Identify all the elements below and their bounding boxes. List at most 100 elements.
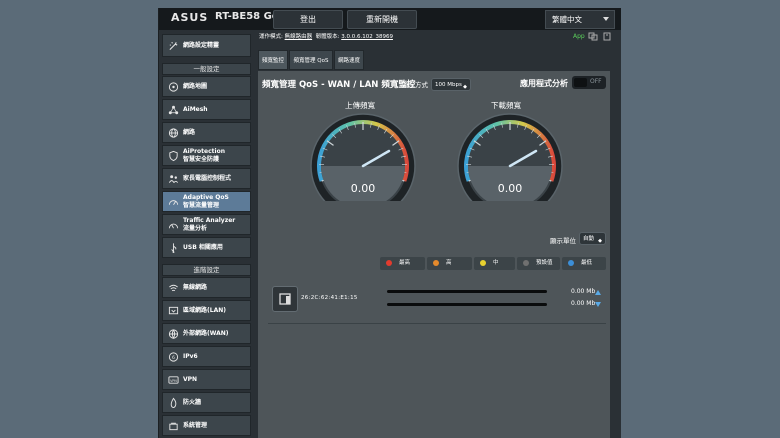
app-analysis-toggle[interactable]: OFF: [572, 76, 606, 89]
sidebar-item-label: IPv6: [183, 352, 198, 360]
sidebar-item-advanced_items-5[interactable]: 防火牆: [162, 392, 251, 413]
device-icon: [272, 286, 298, 312]
priority-legend-item: 最高: [380, 257, 425, 270]
firewall-icon: [170, 397, 177, 408]
asus-logo: ASUS: [171, 11, 209, 24]
download-gauge: 0.00: [457, 113, 563, 201]
priority-dot: [433, 260, 439, 266]
sidebar-item-label: USB 相關應用: [183, 243, 223, 251]
reboot-button[interactable]: 重新開機: [347, 10, 417, 29]
lan-icon: [168, 306, 179, 314]
priority-dot: [386, 260, 392, 266]
sidebar-item-adaptive-qos[interactable]: Adaptive QoS 智慧流量管理: [162, 191, 251, 212]
priority-dot: [480, 260, 486, 266]
display-mode-label: 顯示方式: [402, 81, 428, 89]
tab-speedtest[interactable]: 網路速度: [334, 50, 364, 70]
priority-legend-item: 最低: [562, 257, 606, 270]
wand-icon: [169, 41, 178, 50]
bandwidth-panel: 頻寬管理 QoS - WAN / LAN 頻寬監控 顯示方式 100 Mbps …: [258, 71, 610, 438]
status-line: 運作模式: 無線路由器 韌體版本: 3.0.0.6.102_38969: [259, 32, 393, 40]
sidebar-item-label: 網路地圖: [183, 82, 208, 90]
sidebar-item-aiprotection[interactable]: AiProtection 智慧安全防護: [162, 145, 251, 166]
aimesh-icon: [168, 105, 179, 114]
download-rate: 0.00 Mb: [571, 300, 596, 307]
svg-text:VPN: VPN: [170, 378, 177, 382]
sidebar-item-label: Adaptive QoS 智慧流量管理: [183, 193, 229, 209]
wan-icon: [168, 328, 179, 339]
model-name: RT-BE58 Go: [215, 11, 279, 22]
sidebar-item-label: 網路設定精靈: [183, 41, 220, 49]
usb-status-icon[interactable]: [602, 32, 612, 41]
main-content: 運作模式: 無線路由器 韌體版本: 3.0.0.6.102_38969 App …: [256, 30, 618, 438]
client-mac: 26:2C:62:41:E1:15: [301, 295, 358, 301]
sidebar-item-label: Traffic Analyzer 流量分析: [183, 216, 236, 232]
priority-label: 最低: [581, 260, 593, 266]
priority-legend-item: 高: [427, 257, 472, 270]
priority-label: 最高: [399, 260, 411, 266]
sidebar-item-lan[interactable]: 區域網路(LAN): [162, 300, 251, 321]
sidebar-quick-setup[interactable]: 網路設定精靈: [162, 34, 251, 57]
firmware-link[interactable]: 3.0.0.6.102_38969: [341, 34, 393, 40]
wifi-icon: [169, 284, 178, 291]
client-row[interactable]: 26:2C:62:41:E1:15 0.00 Mb 0.00 Mb: [268, 281, 606, 324]
priority-legend-item: 中: [474, 257, 515, 270]
sidebar-item-vpn[interactable]: VPN VPN: [162, 369, 251, 390]
language-value: 繁體中文: [552, 15, 582, 24]
sidebar-item-general_items-0[interactable]: 網路地圖: [162, 76, 251, 97]
download-arrow-icon: [595, 302, 601, 307]
usb-icon: [171, 242, 177, 253]
gauge-value: 0.00: [351, 182, 376, 195]
router-admin-window: ASUS RT-BE58 Go 登出 重新開機 繁體中文 網路設定精靈 一般設定…: [158, 8, 621, 438]
panel-title: 頻寬管理 QoS - WAN / LAN 頻寬監控: [262, 80, 416, 90]
op-mode-link[interactable]: 無線路由器: [285, 34, 313, 40]
priority-dot: [568, 260, 574, 266]
sidebar-item-ipv6[interactable]: 6 IPv6: [162, 346, 251, 367]
download-bar: [387, 303, 547, 306]
qos-icon: [168, 199, 179, 205]
download-label: 下載頻寬: [491, 101, 521, 110]
sidebar-item-label: 外部網路(WAN): [183, 329, 229, 337]
sidebar-item-general_items-4[interactable]: 家長電腦控制程式: [162, 168, 251, 189]
top-bar: ASUS RT-BE58 Go 登出 重新開機 繁體中文: [159, 8, 621, 30]
priority-label: 中: [493, 260, 499, 266]
globe-icon: [168, 127, 179, 138]
toggle-knob: [574, 78, 587, 87]
upload-rate: 0.00 Mb: [571, 288, 596, 295]
computer-icon: [279, 293, 291, 305]
upload-bar: [387, 290, 547, 293]
general-settings-header: 一般設定: [162, 63, 251, 75]
firmware-label: 韌體版本:: [315, 34, 340, 40]
priority-dot: [523, 260, 529, 266]
language-select[interactable]: 繁體中文: [545, 10, 615, 29]
tab-bandwidth-monitor[interactable]: 頻寬監控: [258, 50, 288, 70]
logout-button[interactable]: 登出: [273, 10, 343, 29]
unit-label: 顯示單位: [550, 237, 576, 245]
sidebar-item-label: VPN: [183, 375, 198, 383]
analyzer-icon: [168, 223, 179, 228]
tab-qos[interactable]: 頻寬管理 QoS: [289, 50, 333, 70]
app-analysis-label: 應用程式分析: [520, 79, 568, 88]
unit-select[interactable]: 自動 ◆: [579, 232, 606, 245]
sidebar-item-traffic-analyzer[interactable]: Traffic Analyzer 流量分析: [162, 214, 251, 235]
copy-icon[interactable]: [588, 32, 598, 41]
toggle-state: OFF: [590, 78, 602, 85]
app-link[interactable]: App: [573, 33, 585, 40]
vpn-icon: VPN: [168, 375, 179, 384]
unit-value: 自動: [583, 236, 595, 242]
priority-label: 預設值: [536, 260, 553, 266]
upload-gauge: 0.00: [310, 113, 416, 201]
sidebar-item-aimesh[interactable]: AiMesh: [162, 99, 251, 120]
sidebar-item-general_items-2[interactable]: 網路: [162, 122, 251, 143]
sidebar-item-advanced_items-6[interactable]: 系統管理: [162, 415, 251, 436]
advanced-settings-header: 進階設定: [162, 264, 251, 276]
sidebar-item-advanced_items-0[interactable]: 無線網路: [162, 277, 251, 298]
updown-icon: ◆: [463, 84, 467, 90]
priority-legend-item: 預設值: [517, 257, 560, 270]
sidebar-item-wan[interactable]: 外部網路(WAN): [162, 323, 251, 344]
sidebar-item-label: AiProtection 智慧安全防護: [183, 147, 225, 163]
sidebar-item-label: 區域網路(LAN): [183, 306, 226, 314]
sidebar-item-usb[interactable]: USB 相關應用: [162, 237, 251, 258]
display-mode-select[interactable]: 100 Mbps ◆: [431, 78, 471, 91]
chevron-down-icon: [603, 17, 609, 21]
sidebar-item-label: 系統管理: [183, 421, 208, 429]
